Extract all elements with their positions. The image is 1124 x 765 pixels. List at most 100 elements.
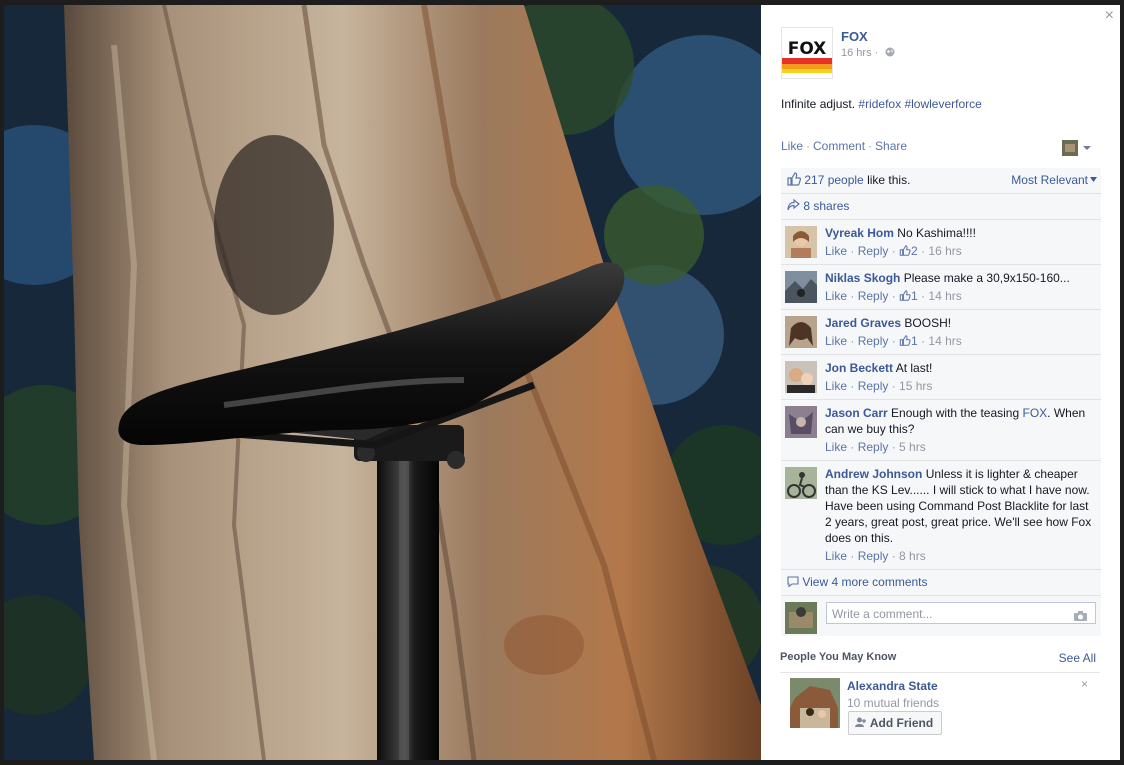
post-time[interactable]: 16 hrs (841, 47, 872, 59)
shares-row: 8 shares (781, 194, 1101, 220)
comment-item: Jared Graves BOOSH! Like · Reply · 1 · 1… (781, 310, 1101, 355)
comment-like-link[interactable]: Like (825, 334, 847, 348)
comment-body: Jason Carr Enough with the teasing FOX. … (825, 405, 1095, 437)
comment-reply-link[interactable]: Reply (858, 334, 889, 348)
share-link[interactable]: Share (875, 139, 907, 153)
comment-text: Enough with the teasing (891, 406, 1023, 420)
comment-author[interactable]: Niklas Skogh (825, 271, 900, 285)
comment-body: Andrew Johnson Unless it is lighter & ch… (825, 466, 1095, 546)
suggested-friend-avatar[interactable] (790, 678, 840, 728)
comment-body: Jared Graves BOOSH! (825, 315, 1095, 331)
post-text: Infinite adjust. #ridefox #lowleverforce (781, 97, 982, 111)
comment-meta: Like · Reply · 8 hrs (825, 549, 926, 563)
comment-like-link[interactable]: Like (825, 440, 847, 454)
dismiss-icon[interactable]: × (1081, 677, 1088, 691)
post-actions: Like · Comment · Share (781, 139, 907, 153)
comment-item: Jon Beckett At last! Like · Reply · 15 h… (781, 355, 1101, 400)
comment-reply-link[interactable]: Reply (858, 440, 889, 454)
hashtag-lowleverforce[interactable]: #lowleverforce (904, 97, 981, 111)
comment-text: BOOSH! (904, 316, 952, 330)
comment-reply-link[interactable]: Reply (858, 289, 889, 303)
comment-text: Please make a 30,9x150-160... (903, 271, 1070, 285)
see-all-link[interactable]: See All (1059, 651, 1096, 665)
comment-like-link[interactable]: Like (825, 289, 847, 303)
view-more-comments[interactable]: View 4 more comments (781, 570, 1101, 596)
likes-count-link[interactable]: 217 people (804, 173, 863, 187)
globe-icon[interactable] (885, 47, 895, 60)
hashtag-ridefox[interactable]: #ridefox (858, 97, 901, 111)
commenter-avatar[interactable] (785, 316, 817, 348)
comment-item: Vyreak Hom No Kashima!!!! Like · Reply ·… (781, 220, 1101, 265)
comment-item: Niklas Skogh Please make a 30,9x150-160.… (781, 265, 1101, 310)
comment-author[interactable]: Vyreak Hom (825, 226, 894, 240)
commenter-avatar[interactable] (785, 406, 817, 438)
mention-link[interactable]: FOX (1022, 406, 1047, 420)
comment-time[interactable]: 16 hrs (928, 244, 961, 258)
comment-meta: Like · Reply · 15 hrs (825, 379, 933, 393)
comment-like-count[interactable]: 1 (911, 334, 918, 348)
mutual-friends[interactable]: 10 mutual friends (847, 696, 939, 710)
comment-like-link[interactable]: Like (825, 244, 847, 258)
comment-body: Vyreak Hom No Kashima!!!! (825, 225, 1095, 241)
close-icon[interactable]: × (1105, 7, 1114, 25)
like-link[interactable]: Like (781, 139, 803, 153)
photo-stage[interactable] (4, 5, 761, 760)
share-arrow-icon (787, 198, 800, 211)
thumbs-up-icon (899, 245, 911, 256)
comment-like-count[interactable]: 2 (911, 244, 918, 258)
comment-time[interactable]: 14 hrs (928, 289, 961, 303)
post-text-body: Infinite adjust. (781, 97, 856, 111)
comment-item: Andrew Johnson Unless it is lighter & ch… (781, 461, 1101, 570)
comment-body: Niklas Skogh Please make a 30,9x150-160.… (825, 270, 1095, 286)
page-name[interactable]: FOX (841, 29, 868, 44)
comment-reply-link[interactable]: Reply (858, 244, 889, 258)
comment-author[interactable]: Jason Carr (825, 406, 888, 420)
thumbs-up-icon (787, 172, 802, 186)
thumbs-up-icon (899, 290, 911, 301)
post-photo (4, 5, 761, 760)
comment-item: Jason Carr Enough with the teasing FOX. … (781, 400, 1101, 461)
divider (780, 672, 1100, 673)
comment-bubble-icon (787, 576, 799, 588)
comment-link[interactable]: Comment (813, 139, 865, 153)
comment-reply-link[interactable]: Reply (858, 379, 889, 393)
comment-author[interactable]: Andrew Johnson (825, 467, 922, 481)
comment-time[interactable]: 15 hrs (899, 379, 932, 393)
comment-time[interactable]: 14 hrs (928, 334, 961, 348)
comment-time[interactable]: 8 hrs (899, 549, 926, 563)
add-friend-label: Add Friend (869, 716, 934, 730)
comment-like-count[interactable]: 1 (911, 289, 918, 303)
comment-author[interactable]: Jared Graves (825, 316, 901, 330)
commenter-avatar[interactable] (785, 271, 817, 303)
viewer-avatar (785, 602, 817, 634)
suggested-friend-name[interactable]: Alexandra State (847, 679, 938, 693)
chevron-down-icon (1090, 177, 1097, 182)
sort-dropdown[interactable]: Most Relevant (1011, 168, 1097, 193)
comment-input-placeholder: Write a comment... (832, 607, 933, 621)
actor-selector[interactable] (1062, 140, 1098, 156)
commenter-avatar[interactable] (785, 226, 817, 258)
commenter-avatar[interactable] (785, 361, 817, 393)
shares-link[interactable]: 8 shares (803, 199, 849, 213)
meta-separator: · (874, 47, 879, 59)
chevron-down-icon (1083, 146, 1091, 150)
comment-author[interactable]: Jon Beckett (825, 361, 893, 375)
likes-row: 217 people like this. Most Relevant (781, 168, 1101, 194)
commenter-avatar[interactable] (785, 467, 817, 499)
action-separator: · (868, 139, 873, 153)
comment-time[interactable]: 5 hrs (899, 440, 926, 454)
add-friend-button[interactable]: Add Friend (848, 711, 943, 735)
svg-text:FOX: FOX (788, 39, 827, 59)
comment-meta: Like · Reply · 2 · 16 hrs (825, 244, 962, 258)
thumbs-up-icon (899, 335, 911, 346)
comment-like-link[interactable]: Like (825, 549, 847, 563)
write-comment-row: Write a comment... (781, 596, 1101, 636)
comment-meta: Like · Reply · 1 · 14 hrs (825, 334, 962, 348)
comment-like-link[interactable]: Like (825, 379, 847, 393)
comment-reply-link[interactable]: Reply (858, 549, 889, 563)
fox-logo-avatar[interactable]: FOX (781, 27, 833, 79)
camera-icon[interactable] (1073, 607, 1088, 629)
ufi-panel: 217 people like this. Most Relevant 8 sh… (781, 168, 1101, 636)
action-separator: · (806, 139, 811, 153)
comment-input[interactable]: Write a comment... (826, 602, 1096, 624)
